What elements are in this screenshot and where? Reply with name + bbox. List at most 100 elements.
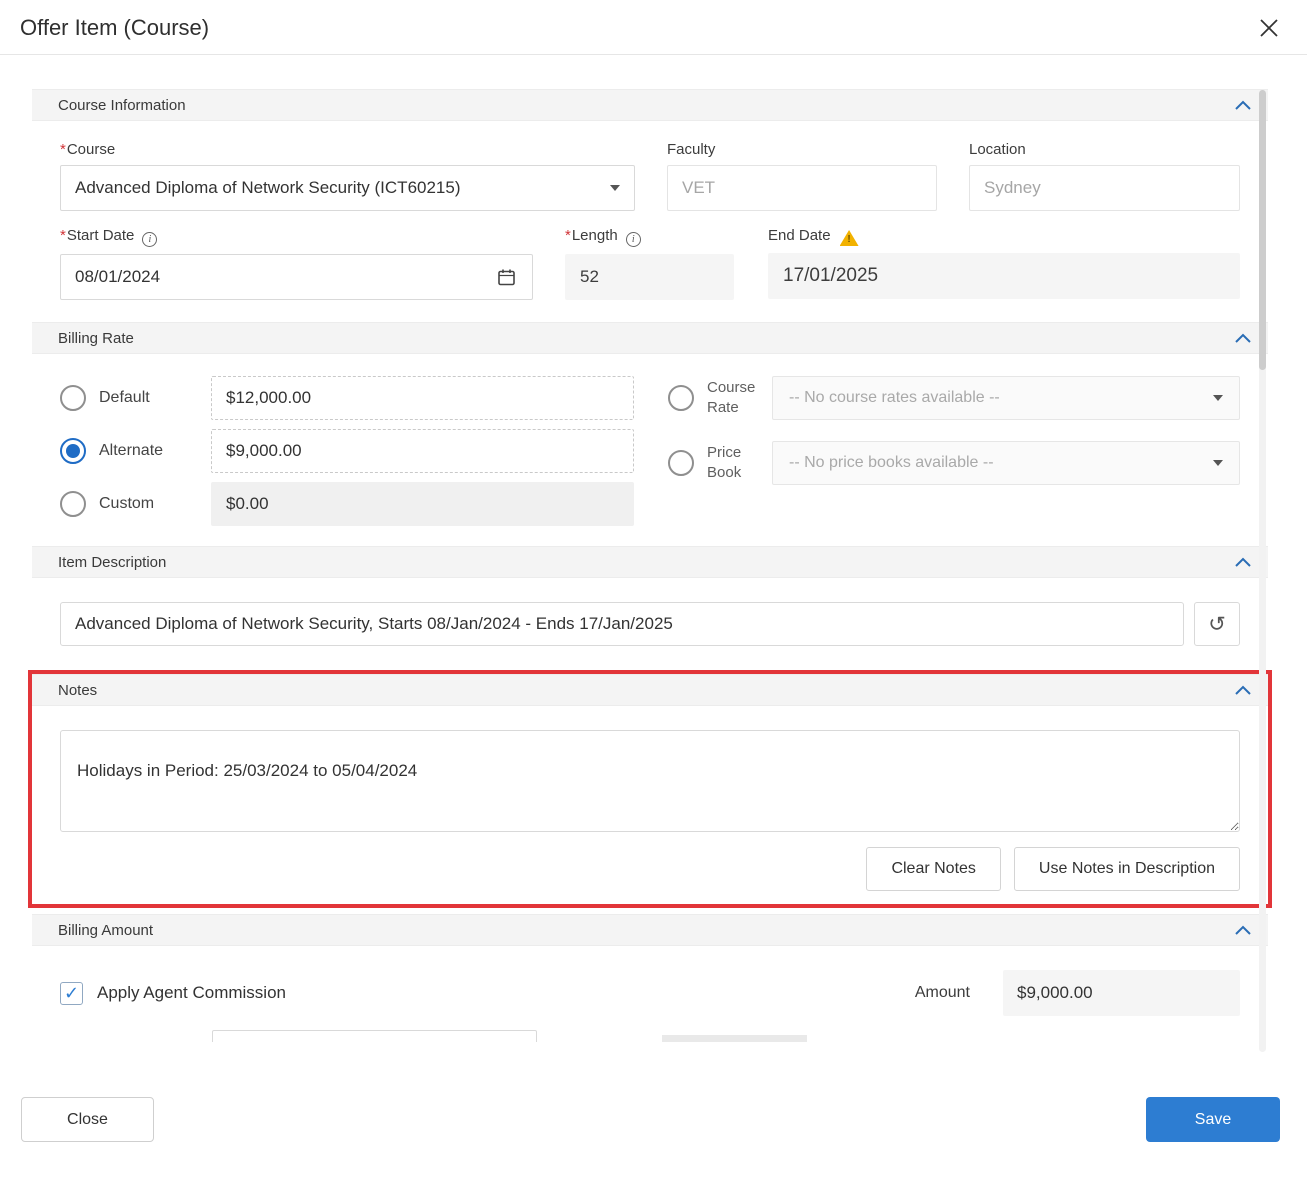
price-book-radio[interactable]: Price Book — [668, 443, 772, 484]
required-asterisk: * — [60, 141, 66, 158]
required-asterisk: * — [60, 227, 66, 244]
billing-amount-content: ✓ Apply Agent Commission Amount $9,000.0… — [32, 946, 1268, 1016]
notes-textarea[interactable]: Holidays in Period: 25/03/2024 to 05/04/… — [60, 730, 1240, 832]
faculty-field: Faculty VET — [667, 141, 937, 211]
amount-group: Amount $9,000.00 — [915, 970, 1240, 1016]
section-billing-rate: Billing Rate Default $12,000.00 — [32, 322, 1268, 546]
section-course-information: Course Information *Course Advanced Dipl… — [32, 89, 1268, 322]
price-book-row: Price Book -- No price books available -… — [668, 441, 1240, 485]
rate-sources: Course Rate -- No course rates available… — [668, 376, 1240, 526]
faculty-label: Faculty — [667, 141, 937, 158]
radio-icon[interactable] — [668, 450, 694, 476]
rate-option-custom: Custom $0.00 — [60, 482, 634, 526]
custom-rate-input: $0.00 — [211, 482, 634, 526]
modal-body: Course Information *Course Advanced Dipl… — [0, 55, 1307, 1042]
history-icon: ↺ — [1208, 612, 1226, 637]
close-button[interactable]: Close — [21, 1097, 154, 1142]
course-information-header[interactable]: Course Information — [32, 89, 1268, 121]
section-title: Billing Rate — [58, 330, 134, 347]
section-title: Item Description — [58, 554, 166, 571]
start-date-label: *Start Datei — [60, 227, 533, 247]
item-description-content: Advanced Diploma of Network Security, St… — [32, 578, 1268, 670]
amount-label: Amount — [915, 984, 970, 1002]
scrollbar[interactable] — [1259, 90, 1266, 1052]
length-label: *Lengthi — [565, 227, 734, 247]
course-rate-select: -- No course rates available -- — [772, 376, 1240, 420]
rate-option-alternate: Alternate $9,000.00 — [60, 429, 634, 473]
section-item-description: Item Description Advanced Diploma of Net… — [32, 546, 1268, 670]
info-icon: i — [142, 232, 157, 247]
start-date-field: *Start Datei 08/01/2024 — [60, 227, 533, 300]
billing-amount-header[interactable]: Billing Amount — [32, 914, 1268, 946]
course-select-value: Advanced Diploma of Network Security (IC… — [75, 178, 461, 198]
save-button[interactable]: Save — [1146, 1097, 1280, 1142]
description-input[interactable]: Advanced Diploma of Network Security, St… — [60, 602, 1184, 646]
faculty-input: VET — [667, 165, 937, 211]
rate-option-default: Default $12,000.00 — [60, 376, 634, 420]
close-icon[interactable] — [1255, 14, 1283, 42]
notes-buttons: Clear Notes Use Notes in Description — [32, 837, 1268, 904]
modal-footer: Close Save — [0, 1042, 1307, 1170]
location-label: Location — [969, 141, 1240, 158]
apply-agent-commission-checkbox[interactable]: ✓ — [60, 982, 83, 1005]
clipped-box — [662, 1035, 807, 1042]
clipped-input — [212, 1030, 537, 1042]
section-title: Billing Amount — [58, 922, 153, 939]
start-date-input[interactable]: 08/01/2024 — [60, 254, 533, 300]
end-date-label: End Date! — [768, 227, 1240, 246]
section-title: Notes — [58, 682, 97, 699]
red-annotation-box: Notes Holidays in Period: 25/03/2024 to … — [28, 670, 1272, 908]
course-label: *Course — [60, 141, 635, 158]
radio-icon[interactable] — [60, 491, 86, 517]
section-title: Course Information — [58, 97, 186, 114]
course-field: *Course Advanced Diploma of Network Secu… — [60, 141, 635, 211]
radio-icon[interactable] — [668, 385, 694, 411]
course-rate-row: Course Rate -- No course rates available… — [668, 376, 1240, 420]
notes-content: Holidays in Period: 25/03/2024 to 05/04/… — [32, 706, 1268, 837]
length-field: *Lengthi 52 — [565, 227, 734, 300]
location-input: Sydney — [969, 165, 1240, 211]
radio-icon[interactable] — [60, 385, 86, 411]
billing-rate-header[interactable]: Billing Rate — [32, 322, 1268, 354]
end-date-input: 17/01/2025 — [768, 253, 1240, 299]
amount-input: $9,000.00 — [1003, 970, 1240, 1016]
chevron-up-icon[interactable] — [1234, 557, 1252, 568]
chevron-up-icon[interactable] — [1234, 100, 1252, 111]
alternate-radio[interactable]: Alternate — [60, 438, 211, 464]
custom-radio[interactable]: Custom — [60, 491, 211, 517]
chevron-down-icon — [1213, 460, 1223, 466]
end-date-field: End Date! 17/01/2025 — [768, 227, 1240, 300]
apply-agent-commission-label: Apply Agent Commission — [97, 983, 286, 1003]
scrollbar-thumb[interactable] — [1259, 90, 1266, 370]
radio-selected-icon[interactable] — [60, 438, 86, 464]
item-description-header[interactable]: Item Description — [32, 546, 1268, 578]
check-icon: ✓ — [64, 983, 79, 1004]
regenerate-description-button[interactable]: ↺ — [1194, 602, 1240, 646]
notes-header[interactable]: Notes — [32, 674, 1268, 706]
alternate-rate-input[interactable]: $9,000.00 — [211, 429, 634, 473]
default-rate-input[interactable]: $12,000.00 — [211, 376, 634, 420]
required-asterisk: * — [565, 227, 571, 244]
offer-item-modal: Offer Item (Course) Course Information *… — [0, 0, 1307, 1180]
section-notes: Notes Holidays in Period: 25/03/2024 to … — [32, 674, 1268, 904]
clear-notes-button[interactable]: Clear Notes — [866, 847, 1000, 891]
chevron-down-icon — [1213, 395, 1223, 401]
warning-icon: ! — [840, 230, 859, 246]
modal-title: Offer Item (Course) — [20, 15, 209, 41]
info-icon: i — [626, 232, 641, 247]
chevron-up-icon[interactable] — [1234, 685, 1252, 696]
use-notes-in-description-button[interactable]: Use Notes in Description — [1014, 847, 1240, 891]
section-billing-amount: Billing Amount ✓ Apply Agent Commission … — [32, 914, 1268, 1042]
course-information-content: *Course Advanced Diploma of Network Secu… — [32, 121, 1268, 322]
price-book-select: -- No price books available -- — [772, 441, 1240, 485]
chevron-up-icon[interactable] — [1234, 333, 1252, 344]
modal-header: Offer Item (Course) — [0, 0, 1307, 55]
default-radio[interactable]: Default — [60, 385, 211, 411]
course-rate-radio[interactable]: Course Rate — [668, 378, 772, 419]
chevron-up-icon[interactable] — [1234, 925, 1252, 936]
location-field: Location Sydney — [969, 141, 1240, 211]
chevron-down-icon — [610, 185, 620, 191]
calendar-icon[interactable] — [495, 266, 518, 289]
course-select[interactable]: Advanced Diploma of Network Security (IC… — [60, 165, 635, 211]
clipped-row — [60, 1030, 1240, 1042]
